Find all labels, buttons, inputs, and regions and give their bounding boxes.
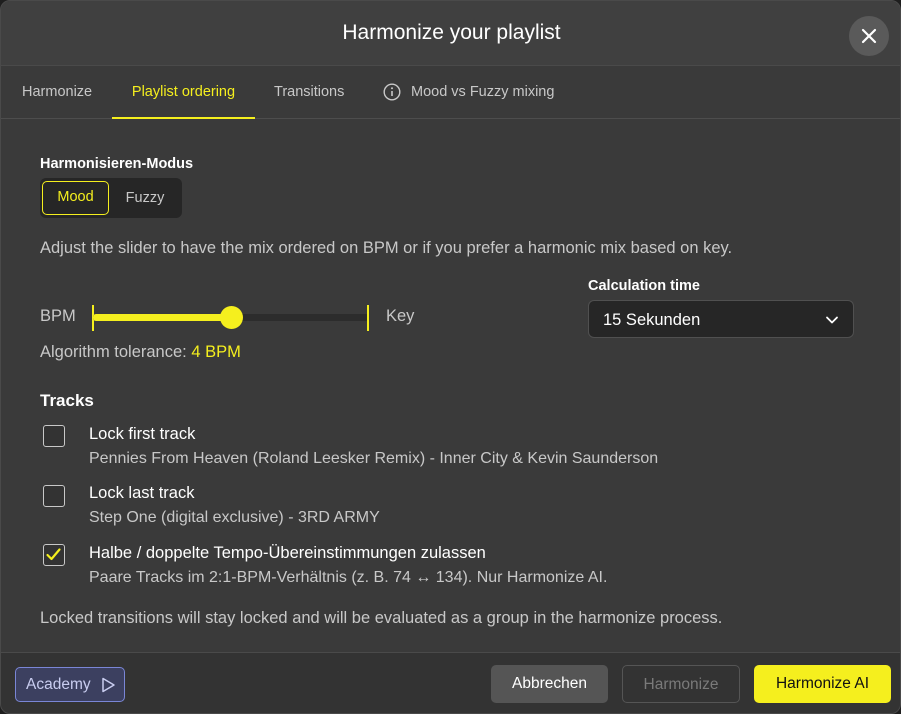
slider-right-label: Key: [386, 307, 415, 325]
tab-playlist-ordering[interactable]: Playlist ordering: [112, 66, 255, 119]
harmonize-dialog: Harmonize your playlist Harmonize Playli…: [0, 0, 901, 714]
tolerance-label: Algorithm tolerance:: [40, 343, 187, 361]
tab-transitions[interactable]: Transitions: [274, 66, 344, 119]
dialog-footer: Academy Abbrechen Harmonize Harmonize AI: [1, 652, 900, 713]
chevron-down-icon: [826, 316, 838, 324]
harmonize-ai-button[interactable]: Harmonize AI: [754, 665, 891, 703]
slider-fill: [93, 314, 231, 321]
mode-mood-button[interactable]: Mood: [42, 181, 109, 215]
half-double-tempo-title: Halbe / doppelte Tempo-Übereinstimmungen…: [89, 544, 486, 562]
slider-description: Adjust the slider to have the mix ordere…: [40, 239, 733, 257]
tab-mood-vs-fuzzy-label: Mood vs Fuzzy mixing: [411, 84, 555, 100]
close-icon: [861, 28, 877, 44]
lock-last-track-title: Lock last track: [89, 484, 195, 502]
slider-left-label: BPM: [40, 307, 76, 325]
harmonize-button[interactable]: Harmonize: [622, 665, 740, 703]
bpm-key-slider-area: BPM Key: [40, 301, 440, 337]
dialog-header: Harmonize your playlist: [1, 1, 900, 65]
mode-fuzzy-button[interactable]: Fuzzy: [112, 181, 178, 215]
checkmark-icon: [46, 548, 61, 561]
info-icon: [383, 83, 401, 101]
half-double-tempo-checkbox[interactable]: [43, 544, 65, 566]
lock-first-track-title: Lock first track: [89, 425, 196, 443]
academy-button[interactable]: Academy: [15, 667, 125, 702]
algorithm-tolerance: Algorithm tolerance: 4 BPM: [40, 343, 241, 362]
locked-transitions-note: Locked transitions will stay locked and …: [40, 609, 723, 627]
mode-label: Harmonisieren-Modus: [40, 156, 194, 172]
calculation-time-value: 15 Sekunden: [603, 311, 701, 329]
calculation-time-select[interactable]: 15 Sekunden: [588, 300, 854, 338]
academy-label: Academy: [26, 676, 91, 693]
lock-first-track-subtitle: Pennies From Heaven (Roland Leesker Remi…: [89, 450, 659, 467]
cancel-button[interactable]: Abbrechen: [491, 665, 608, 703]
dialog-title: Harmonize your playlist: [342, 21, 561, 44]
lock-first-track-checkbox[interactable]: [43, 425, 65, 447]
mode-toggle: Mood Fuzzy: [40, 178, 182, 218]
tab-mood-vs-fuzzy[interactable]: Mood vs Fuzzy mixing: [383, 66, 554, 119]
play-icon: [102, 677, 115, 693]
slider-right-tick: [367, 305, 369, 331]
calculation-time-label: Calculation time: [588, 278, 700, 294]
lock-last-track-subtitle: Step One (digital exclusive) - 3RD ARMY: [89, 509, 380, 526]
slider-thumb[interactable]: [220, 306, 243, 329]
tracks-heading: Tracks: [40, 391, 94, 410]
lock-last-track-checkbox[interactable]: [43, 485, 65, 507]
tab-bar: Harmonize Playlist ordering Transitions …: [1, 65, 900, 119]
tolerance-value: 4 BPM: [191, 343, 241, 361]
tab-harmonize[interactable]: Harmonize: [22, 66, 92, 119]
half-double-tempo-subtitle: Paare Tracks im 2:1-BPM-Verhältnis (z. B…: [89, 569, 608, 586]
close-button[interactable]: [849, 16, 889, 56]
